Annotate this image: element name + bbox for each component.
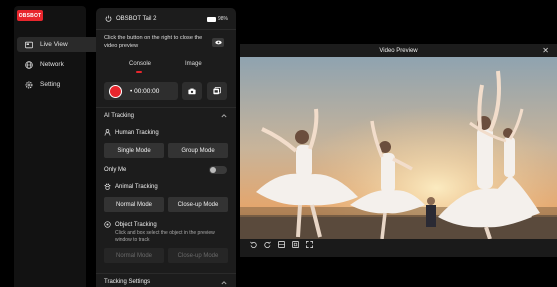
battery-icon [206, 16, 216, 22]
fullscreen-icon[interactable] [306, 241, 313, 248]
target-icon [104, 221, 111, 228]
video-preview-header: Video Preview ✕ [240, 44, 557, 57]
device-name: OBSBOT Tail 2 [116, 15, 157, 22]
tracking-settings-title: Tracking Settings [104, 279, 151, 285]
object-normal-mode-button[interactable]: Normal Mode [104, 248, 164, 263]
active-tab-indicator [136, 71, 142, 73]
human-tracking-title: Human Tracking [104, 129, 159, 136]
rotate-left-icon[interactable] [250, 241, 257, 248]
only-me-toggle[interactable] [209, 166, 227, 174]
animal-closeup-mode-button[interactable]: Close-up Mode [168, 197, 228, 212]
video-preview-window: Video Preview ✕ [240, 44, 557, 257]
object-closeup-mode-button[interactable]: Close-up Mode [168, 248, 228, 263]
battery-indicator: 98% [206, 16, 228, 22]
close-icon[interactable]: ✕ [542, 46, 549, 55]
toggle-knob [210, 167, 216, 173]
app-logo: OBSBOT [17, 10, 43, 21]
grid-icon[interactable] [278, 241, 285, 248]
chevron-up-icon[interactable] [221, 113, 227, 119]
sidebar-item-setting[interactable]: Setting [17, 77, 101, 92]
chevron-up-icon[interactable] [221, 280, 227, 286]
snapshot-button[interactable] [182, 82, 202, 100]
animal-tracking-title: Animal Tracking [104, 183, 158, 190]
only-me-label: Only Me [104, 167, 127, 173]
record-time: • 00:00:00 [130, 87, 160, 95]
toggle-preview-button[interactable] [212, 38, 224, 47]
sidebar-item-network[interactable]: Network [17, 57, 101, 72]
power-icon[interactable] [105, 15, 112, 22]
sidebar-item-label: Live View [40, 41, 68, 48]
tab-image[interactable]: Image [185, 61, 202, 67]
record-button[interactable]: • 00:00:00 [104, 82, 178, 100]
sidebar-item-live-view[interactable]: Live View [17, 37, 101, 52]
person-icon [104, 129, 111, 136]
battery-level: 98% [217, 16, 228, 22]
video-feed[interactable] [240, 57, 557, 239]
frame-icon[interactable] [292, 241, 299, 248]
group-mode-button[interactable]: Group Mode [168, 143, 228, 158]
live-view-icon [25, 41, 33, 48]
gallery-icon [213, 87, 221, 95]
globe-icon [25, 60, 33, 69]
object-tracking-title: Object Tracking [104, 221, 157, 228]
object-tracking-hint: Click and box select the object in the p… [115, 230, 215, 243]
single-mode-button[interactable]: Single Mode [104, 143, 164, 158]
video-frame-image [240, 57, 557, 239]
paw-icon [104, 183, 111, 190]
divider [96, 107, 236, 108]
gallery-button[interactable] [207, 82, 227, 100]
device-header: OBSBOT Tail 2 98% [96, 8, 236, 30]
sidebar-item-label: Network [40, 61, 64, 68]
gear-icon [25, 81, 33, 88]
record-icon [109, 84, 122, 98]
control-panel: OBSBOT Tail 2 98% Click the button on th… [96, 8, 236, 287]
sidebar-item-label: Setting [40, 81, 61, 88]
tab-console[interactable]: Console [129, 61, 151, 67]
divider [96, 273, 236, 274]
eye-icon [214, 40, 222, 45]
video-toolbar [250, 241, 320, 251]
sidebar: OBSBOT Live View Network Setting [14, 6, 101, 287]
ai-tracking-title: AI Tracking [104, 113, 135, 119]
rotate-right-icon[interactable] [264, 241, 271, 248]
preview-hint: Click the button on the right to close t… [104, 35, 203, 49]
camera-icon [188, 88, 196, 94]
video-preview-title: Video Preview [379, 47, 418, 54]
animal-normal-mode-button[interactable]: Normal Mode [104, 197, 164, 212]
